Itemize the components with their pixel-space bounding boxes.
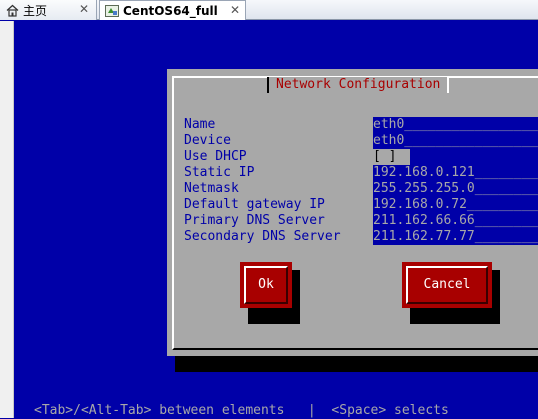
- primary-dns-field[interactable]: 211.162.66.66______________: [373, 213, 538, 229]
- device-field[interactable]: eth0_______________________: [373, 133, 538, 149]
- tab-home-label: 主页: [23, 3, 48, 18]
- cancel-button-label: Cancel: [423, 277, 471, 292]
- use-dhcp-bar: [410, 149, 538, 165]
- label-static-ip: Static IP: [184, 165, 255, 180]
- name-field[interactable]: eth0_______________________: [373, 117, 538, 133]
- help-line: <Tab>/<Alt-Tab> between elements | <Spac…: [34, 403, 449, 418]
- dialog-title: Network Configuration: [267, 77, 450, 93]
- label-secondary-dns: Secondary DNS Server: [184, 229, 341, 244]
- netmask-field[interactable]: 255.255.255.0______________: [373, 181, 538, 197]
- label-default-gateway: Default gateway IP: [184, 197, 325, 212]
- tab-vm[interactable]: CentOS64_full ✕: [99, 0, 246, 20]
- tab-vm-label: CentOS64_full: [123, 3, 218, 18]
- secondary-dns-field[interactable]: 211.162.77.77______________: [373, 229, 538, 245]
- label-netmask: Netmask: [184, 181, 239, 196]
- cancel-button[interactable]: Cancel: [402, 262, 492, 308]
- close-icon[interactable]: ✕: [228, 3, 242, 17]
- label-primary-dns: Primary DNS Server: [184, 213, 325, 228]
- label-device: Device: [184, 133, 231, 148]
- default-gateway-field[interactable]: 192.168.0.72_______________: [373, 197, 538, 213]
- label-use-dhcp: Use DHCP: [184, 149, 247, 164]
- home-icon: [6, 4, 19, 17]
- use-dhcp-checkbox[interactable]: [ ]: [373, 149, 397, 165]
- ok-button-label: Ok: [258, 277, 274, 292]
- label-name: Name: [184, 117, 216, 132]
- console-left-edge: [0, 21, 14, 418]
- vm-tab-bar: 主页 ✕ CentOS64_full ✕: [0, 0, 538, 20]
- vm-icon: [105, 4, 119, 17]
- tab-home[interactable]: 主页 ✕: [0, 0, 97, 20]
- ok-button[interactable]: Ok: [240, 262, 292, 308]
- static-ip-field[interactable]: 192.168.0.121______________: [373, 165, 538, 181]
- close-icon[interactable]: ✕: [77, 2, 91, 16]
